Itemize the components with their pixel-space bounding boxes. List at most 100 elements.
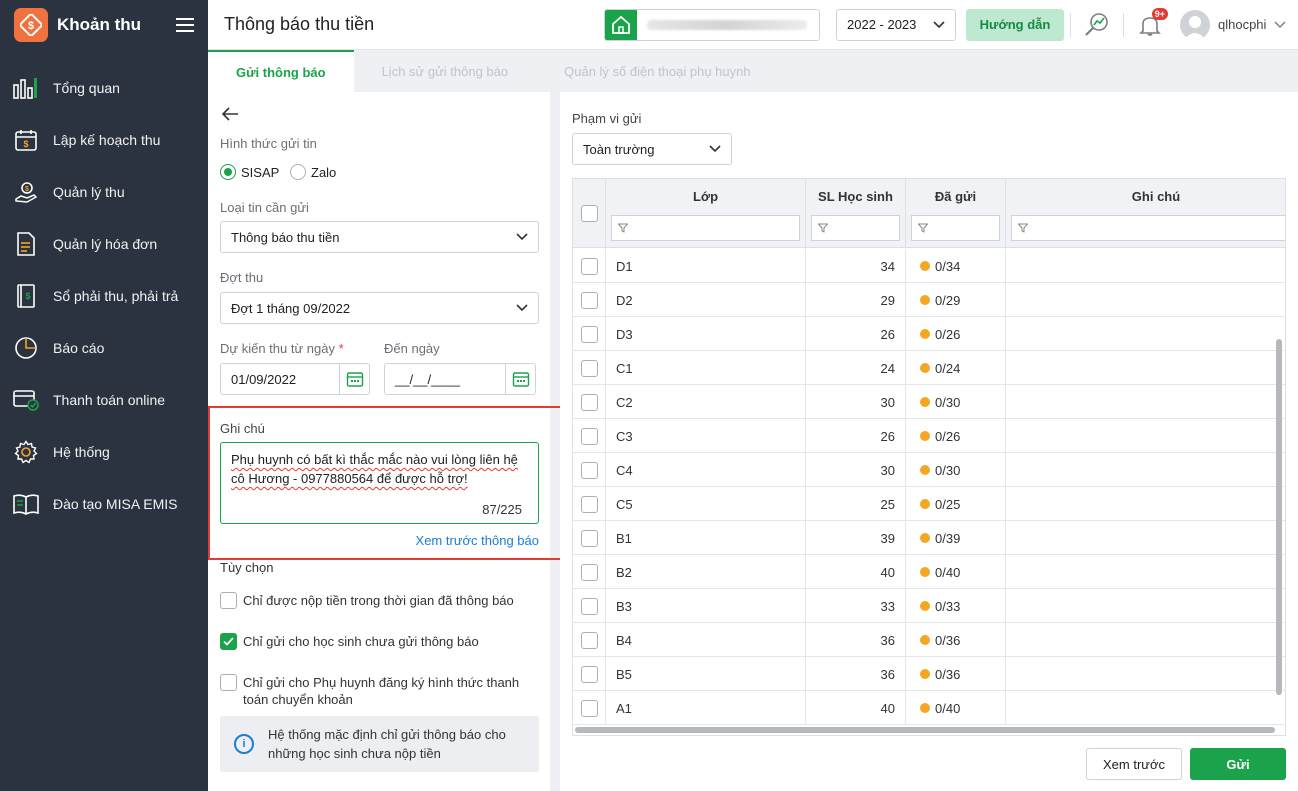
row-checkbox[interactable] bbox=[580, 291, 598, 309]
row-checkbox[interactable] bbox=[580, 257, 598, 275]
cell-sent: 0/26 bbox=[906, 317, 1006, 351]
tab-manage-phone[interactable]: Quản lý số điện thoại phụ huynh bbox=[536, 50, 778, 92]
guide-button[interactable]: Hướng dẫn bbox=[966, 8, 1064, 41]
radio-zalo-dot[interactable] bbox=[290, 164, 306, 180]
row-checkbox[interactable] bbox=[580, 597, 598, 615]
table-row[interactable]: A1 40 0/40 bbox=[573, 691, 1285, 725]
to-date-input[interactable]: __/__/____ bbox=[384, 363, 536, 395]
sidebar-item-training[interactable]: Đào tạo MISA EMIS bbox=[0, 478, 208, 530]
row-checkbox[interactable] bbox=[580, 699, 598, 717]
sidebar: $ Khoản thu Tổng quan $ Lập kế hoạch thu… bbox=[0, 0, 208, 791]
menu-toggle-icon[interactable] bbox=[176, 18, 194, 32]
preview-notification-link[interactable]: Xem trước thông báo bbox=[416, 533, 539, 548]
table-row[interactable]: D1 34 0/34 bbox=[573, 249, 1285, 283]
table-header: Lớp SL Học sinh Đã gửi Ghi chú bbox=[573, 179, 1285, 248]
preview-button[interactable]: Xem trước bbox=[1086, 748, 1182, 780]
table-row[interactable]: D3 26 0/26 bbox=[573, 317, 1285, 351]
checkbox[interactable] bbox=[220, 674, 237, 691]
cell-sent: 0/30 bbox=[906, 385, 1006, 419]
row-checkbox[interactable] bbox=[580, 359, 598, 377]
cell-student-count: 36 bbox=[806, 623, 906, 657]
cell-student-count: 40 bbox=[806, 555, 906, 589]
avatar[interactable] bbox=[1180, 9, 1210, 40]
sidebar-item-collect[interactable]: $ Quản lý thu bbox=[0, 166, 208, 218]
table-row[interactable]: D2 29 0/29 bbox=[573, 283, 1285, 317]
sidebar-item-invoice[interactable]: Quản lý hóa đơn bbox=[0, 218, 208, 270]
pending-status-dot bbox=[920, 567, 930, 577]
row-checkbox[interactable] bbox=[580, 461, 598, 479]
row-checkbox[interactable] bbox=[580, 631, 598, 649]
option-payment-window[interactable]: Chỉ được nộp tiền trong thời gian đã thô… bbox=[220, 592, 514, 609]
back-arrow-icon[interactable] bbox=[220, 104, 240, 124]
period-select[interactable]: Đợt 1 tháng 09/2022 bbox=[220, 292, 539, 324]
row-checkbox[interactable] bbox=[580, 529, 598, 547]
table-row[interactable]: B5 36 0/36 bbox=[573, 657, 1285, 691]
sidebar-item-plan[interactable]: $ Lập kế hoạch thu bbox=[0, 114, 208, 166]
filter-student-count[interactable] bbox=[811, 215, 900, 241]
column-header-student-count[interactable]: SL Học sinh bbox=[806, 179, 905, 213]
table-row[interactable]: C2 30 0/30 bbox=[573, 385, 1285, 419]
sidebar-item-online-payment[interactable]: Thanh toán online bbox=[0, 374, 208, 426]
row-checkbox[interactable] bbox=[580, 393, 598, 411]
cell-class: C5 bbox=[606, 487, 806, 521]
sidebar-item-report[interactable]: Báo cáo bbox=[0, 322, 208, 374]
option-unsent-only[interactable]: Chỉ gửi cho học sinh chưa gửi thông báo bbox=[220, 633, 479, 650]
calendar-icon[interactable] bbox=[339, 364, 369, 394]
cell-sent-value: 0/26 bbox=[935, 326, 961, 342]
filter-sent[interactable] bbox=[911, 215, 1000, 241]
table-row[interactable]: C4 30 0/30 bbox=[573, 453, 1285, 487]
header-note: Ghi chú bbox=[1006, 179, 1285, 248]
column-header-class[interactable]: Lớp bbox=[606, 179, 805, 213]
cell-class: C3 bbox=[606, 419, 806, 453]
bell-icon[interactable]: 9+ bbox=[1130, 5, 1170, 45]
radio-sisap[interactable]: SISAP bbox=[220, 164, 279, 180]
sidebar-item-overview[interactable]: Tổng quan bbox=[0, 62, 208, 114]
row-checkbox[interactable] bbox=[580, 665, 598, 683]
chevron-down-icon[interactable] bbox=[1274, 20, 1286, 29]
from-date-input[interactable]: 01/09/2022 bbox=[220, 363, 370, 395]
filter-note[interactable] bbox=[1011, 215, 1285, 241]
horizontal-scrollbar[interactable] bbox=[575, 727, 1275, 733]
column-header-note[interactable]: Ghi chú bbox=[1006, 179, 1285, 213]
table-row[interactable]: C3 26 0/26 bbox=[573, 419, 1285, 453]
option-bank-transfer[interactable]: Chỉ gửi cho Phụ huynh đăng ký hình thức … bbox=[220, 674, 540, 708]
vertical-scrollbar[interactable] bbox=[1276, 339, 1282, 695]
year-select[interactable]: 2022 - 2023 bbox=[836, 8, 956, 41]
user-name[interactable]: qlhocphi bbox=[1218, 17, 1266, 32]
radio-zalo[interactable]: Zalo bbox=[290, 164, 336, 180]
cell-sent-value: 0/30 bbox=[935, 462, 961, 478]
year-value: 2022 - 2023 bbox=[847, 17, 917, 32]
calendar-icon[interactable] bbox=[505, 364, 535, 394]
radio-sisap-dot[interactable] bbox=[220, 164, 236, 180]
sidebar-item-ledger[interactable]: $ Sổ phải thu, phải trả bbox=[0, 270, 208, 322]
message-type-select[interactable]: Thông báo thu tiền bbox=[220, 221, 539, 253]
table-row[interactable]: B3 33 0/33 bbox=[573, 589, 1285, 623]
pending-status-dot bbox=[920, 533, 930, 543]
checkbox[interactable] bbox=[220, 592, 237, 609]
school-selector[interactable] bbox=[604, 8, 820, 41]
note-textarea[interactable]: Phụ huynh có bất kì thắc mắc nào vui lòn… bbox=[220, 442, 539, 524]
row-checkbox[interactable] bbox=[580, 563, 598, 581]
tab-send-history[interactable]: Lịch sử gửi thông báo bbox=[354, 50, 537, 92]
tab-send-notification[interactable]: Gửi thông báo bbox=[208, 50, 354, 92]
column-header-sent[interactable]: Đã gửi bbox=[906, 179, 1005, 213]
table-row[interactable]: C1 24 0/24 bbox=[573, 351, 1285, 385]
row-checkbox-cell bbox=[573, 487, 606, 521]
row-checkbox[interactable] bbox=[580, 427, 598, 445]
table-row[interactable]: C5 25 0/25 bbox=[573, 487, 1285, 521]
scope-select[interactable]: Toàn trường bbox=[572, 133, 732, 165]
filter-class[interactable] bbox=[611, 215, 800, 241]
svg-text:$: $ bbox=[23, 139, 28, 149]
table-row[interactable]: B2 40 0/40 bbox=[573, 555, 1285, 589]
table-row[interactable]: B1 39 0/39 bbox=[573, 521, 1285, 555]
send-form-panel: Hình thức gửi tin SISAP Zalo Loại tin cầ… bbox=[208, 92, 562, 791]
sidebar-item-system[interactable]: Hệ thống bbox=[0, 426, 208, 478]
row-checkbox[interactable] bbox=[580, 495, 598, 513]
search-chart-icon[interactable] bbox=[1077, 5, 1117, 45]
period-label: Đợt thu bbox=[220, 270, 264, 285]
checkbox-checked[interactable] bbox=[220, 633, 237, 650]
table-row[interactable]: B4 36 0/36 bbox=[573, 623, 1285, 657]
select-all-checkbox[interactable] bbox=[580, 205, 598, 222]
row-checkbox[interactable] bbox=[580, 325, 598, 343]
send-button[interactable]: Gửi bbox=[1190, 748, 1286, 780]
